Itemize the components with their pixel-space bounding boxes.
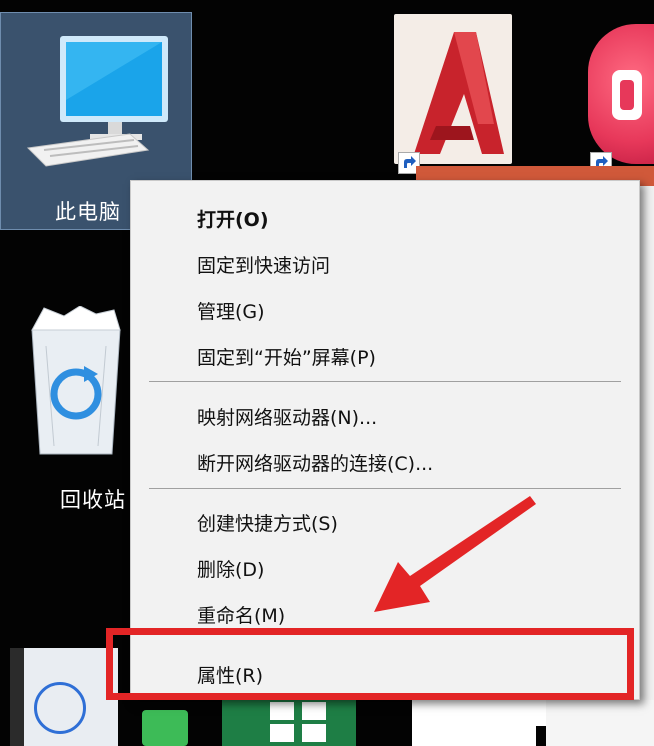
wifi-app-icon[interactable] (142, 710, 188, 746)
film-strip-icon (10, 648, 24, 746)
spreadsheet-cell (270, 702, 294, 720)
recycle-bin-label[interactable]: 回收站 (60, 484, 126, 514)
document-thumbnail[interactable] (546, 700, 654, 746)
autocad-logo-icon (414, 32, 504, 154)
app-logo-hole (620, 80, 634, 110)
highlight-box (106, 628, 634, 700)
menu-item-rename[interactable]: 重命名(M) (197, 601, 285, 628)
computer-icon[interactable] (22, 30, 172, 170)
menu-item-open[interactable]: 打开(O) (197, 205, 269, 232)
menu-item-delete[interactable]: 删除(D) (197, 555, 264, 582)
recycle-bin-icon[interactable] (24, 306, 128, 456)
menu-separator (149, 488, 621, 489)
menu-item-create-shortcut[interactable]: 创建快捷方式(S) (197, 509, 338, 536)
menu-item-manage[interactable]: 管理(G) (197, 297, 265, 324)
menu-separator (149, 381, 621, 382)
context-menu: 打开(O) 固定到快速访问 管理(G) 固定到“开始”屏幕(P) 映射网络驱动器… (130, 180, 640, 700)
document-thumbnail[interactable] (412, 700, 536, 746)
menu-item-pin-start[interactable]: 固定到“开始”屏幕(P) (197, 343, 376, 370)
menu-item-pin-quick-access[interactable]: 固定到快速访问 (197, 251, 330, 278)
spreadsheet-cell (302, 724, 326, 742)
pointer-arrow-icon (374, 496, 536, 612)
this-pc-label[interactable]: 此电脑 (55, 196, 121, 226)
menu-item-map-network-drive[interactable]: 映射网络驱动器(N)... (197, 403, 377, 430)
autocad-shortcut[interactable] (394, 14, 512, 164)
spreadsheet-cell (270, 724, 294, 742)
menu-item-disconnect-network-drive[interactable]: 断开网络驱动器的连接(C)... (197, 449, 433, 476)
spreadsheet-icon[interactable] (222, 694, 356, 746)
spreadsheet-cell (302, 702, 326, 720)
chart-thumbnail-icon (34, 682, 86, 734)
